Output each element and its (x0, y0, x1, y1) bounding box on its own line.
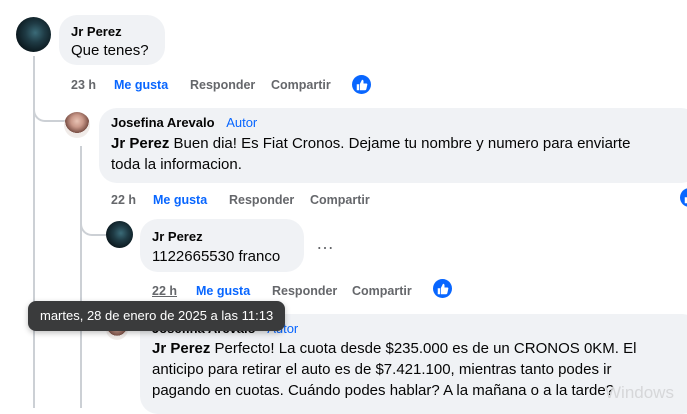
reaction-count[interactable] (680, 188, 687, 207)
comment-text-line: toda la informacion. (111, 154, 630, 175)
os-watermark: Windows (605, 383, 674, 403)
reply-button[interactable]: Responder (272, 284, 337, 298)
author-name[interactable]: Josefina Arevalo (111, 115, 215, 130)
comment-author[interactable]: Jr Perez (152, 229, 203, 244)
like-thumb-icon (684, 192, 687, 204)
comment-time[interactable]: 22 h (152, 284, 177, 298)
reaction-count[interactable] (433, 279, 452, 298)
share-button[interactable]: Compartir (271, 78, 331, 92)
like-thumb-icon (356, 79, 368, 91)
comment-actions: 22 h Me gusta Responder Compartir (111, 193, 431, 211)
comment-text: Que tenes? (71, 40, 149, 61)
avatar[interactable] (16, 17, 51, 52)
comment-text-line: Buen dia! Es Fiat Cronos. Dejame tu nomb… (169, 135, 630, 152)
comment-text: 1122665530 franco (152, 246, 280, 267)
avatar[interactable] (106, 221, 133, 248)
reply-button[interactable]: Responder (190, 78, 255, 92)
mention-link[interactable]: Jr Perez (152, 340, 210, 357)
comment-text-line: pagando en cuotas. Cuándo podes hablar? … (152, 380, 636, 401)
comment-bubble: Josefina Arevalo Autor Jr Perez Buen dia… (99, 108, 687, 183)
like-button[interactable]: Me gusta (153, 193, 207, 207)
comment-actions: 22 h Me gusta Responder Compartir (152, 284, 472, 302)
comment-text: Jr Perez Perfecto! La cuota desde $235.0… (152, 338, 636, 401)
comment-time[interactable]: 22 h (111, 193, 136, 207)
more-options-icon[interactable]: … (316, 234, 334, 252)
comment-actions: 23 h Me gusta Responder Compartir (71, 78, 391, 96)
thread-curve (33, 98, 65, 122)
thread-line (80, 146, 82, 408)
author-badge: Autor (226, 115, 257, 130)
mention-link[interactable]: Jr Perez (111, 135, 169, 152)
like-thumb-icon (437, 283, 449, 295)
thread-curve (80, 212, 106, 236)
comment-author[interactable]: Jr Perez (71, 24, 122, 39)
comment-text: Jr Perez Buen dia! Es Fiat Cronos. Dejam… (111, 133, 630, 175)
share-button[interactable]: Compartir (310, 193, 370, 207)
reply-button[interactable]: Responder (229, 193, 294, 207)
comment-bubble: Jr Perez 1122665530 franco (140, 219, 304, 272)
timestamp-tooltip: martes, 28 de enero de 2025 a las 11:13 (28, 301, 285, 331)
reaction-count[interactable] (352, 75, 371, 94)
like-button[interactable]: Me gusta (114, 78, 168, 92)
share-button[interactable]: Compartir (352, 284, 412, 298)
comment-author: Josefina Arevalo Autor (111, 115, 257, 130)
comment-bubble: Jr Perez Que tenes? (59, 15, 165, 65)
avatar[interactable] (64, 112, 90, 138)
comment-text-line: Perfecto! La cuota desde $235.000 es de … (210, 340, 636, 357)
comment-text-line: anticipo para retirar el auto es de $7.4… (152, 359, 636, 380)
like-button[interactable]: Me gusta (196, 284, 250, 298)
comment-time[interactable]: 23 h (71, 78, 96, 92)
